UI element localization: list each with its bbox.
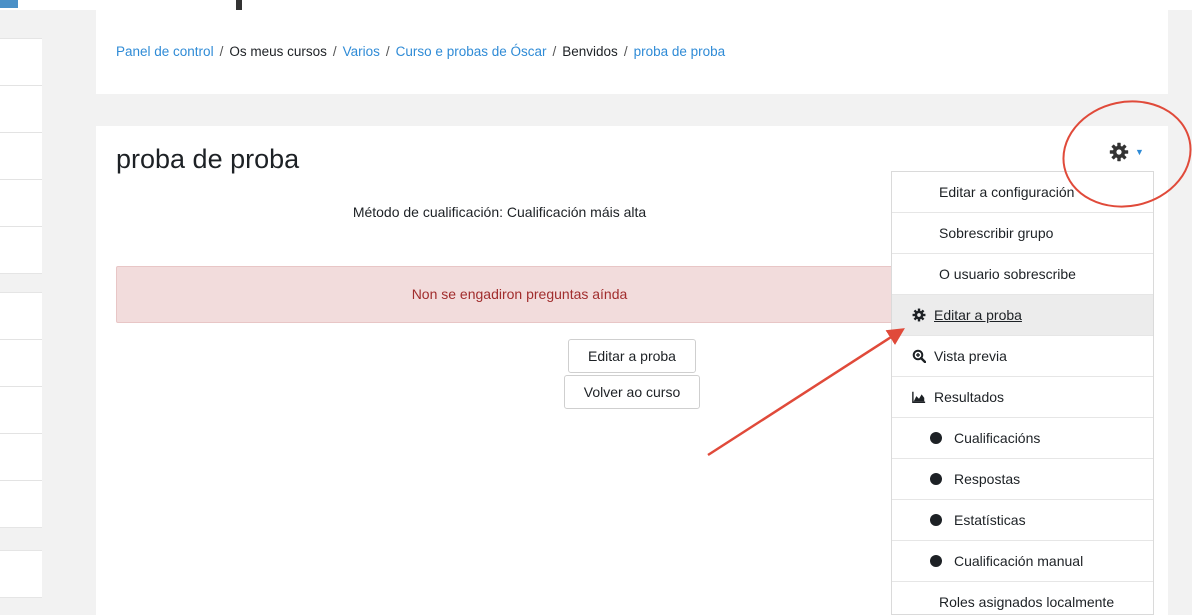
- grading-method: Método de cualificación: Cualificación m…: [352, 204, 647, 220]
- no-questions-alert: Non se engadiron preguntas aínda: [116, 266, 923, 323]
- drawer-item[interactable]: [0, 86, 42, 133]
- gear-icon: [912, 308, 926, 322]
- gear-icon: [1109, 142, 1129, 162]
- breadcrumb-item-category[interactable]: Varios: [343, 44, 380, 59]
- menu-item-label: Sobrescribir grupo: [939, 225, 1054, 241]
- drawer-block: [0, 550, 42, 598]
- menu-item-label: Vista previa: [934, 348, 1007, 364]
- page-title: proba de proba: [116, 144, 300, 174]
- menu-item-label: Estatísticas: [954, 512, 1026, 528]
- menu-item-label: Resultados: [934, 389, 1005, 405]
- breadcrumb-separator: /: [332, 44, 337, 59]
- drawer-block: [0, 38, 42, 274]
- page-header: Panel de control / Os meus cursos / Varios / C…: [96, 10, 1168, 94]
- actions-menu-toggle[interactable]: ▼: [1109, 138, 1149, 166]
- menu-item-results[interactable]: Resultados: [892, 377, 1153, 418]
- edit-quiz-button[interactable]: Editar a proba: [568, 339, 696, 373]
- menu-item-label: O usuario sobrescribe: [939, 266, 1076, 282]
- drawer-item[interactable]: [0, 293, 42, 340]
- breadcrumb-item-course[interactable]: Curso e probas de Óscar: [396, 44, 547, 59]
- drawer-item[interactable]: [0, 387, 42, 434]
- dot-icon: [930, 473, 942, 485]
- menu-item-label: Respostas: [954, 471, 1021, 487]
- menu-item-label: Editar a configuración: [939, 184, 1075, 200]
- breadcrumb-item-my-courses: Os meus cursos: [229, 44, 327, 59]
- breadcrumb-separator: /: [385, 44, 390, 59]
- actions-dropdown-menu: Editar a configuración Sobrescribir grup…: [891, 171, 1154, 615]
- dot-icon: [930, 432, 942, 444]
- breadcrumb-item-dashboard[interactable]: Panel de control: [116, 44, 214, 59]
- dot-icon: [930, 514, 942, 526]
- drawer-item[interactable]: [0, 227, 42, 273]
- drawer-item[interactable]: [0, 551, 42, 597]
- drawer-item[interactable]: [0, 481, 42, 527]
- caret-down-icon: ▼: [1135, 147, 1144, 157]
- drawer-item[interactable]: [0, 180, 42, 227]
- menu-item-edit-quiz[interactable]: Editar a proba: [892, 295, 1153, 336]
- menu-item-label: Cualificación manual: [954, 553, 1084, 569]
- drawer-item[interactable]: [0, 434, 42, 481]
- chart-icon: [912, 390, 926, 404]
- breadcrumb-separator: /: [623, 44, 628, 59]
- top-strip: [0, 0, 1192, 10]
- menu-item-preview[interactable]: Vista previa: [892, 336, 1153, 377]
- dot-icon: [930, 555, 942, 567]
- menu-item-label: Editar a proba: [934, 307, 1022, 323]
- menu-item-edit-settings[interactable]: Editar a configuración: [892, 172, 1153, 213]
- breadcrumb-separator: /: [552, 44, 557, 59]
- left-drawer: [0, 38, 42, 598]
- menu-item-grades[interactable]: Cualificacións: [892, 418, 1153, 459]
- menu-item-manual-grading[interactable]: Cualificación manual: [892, 541, 1153, 582]
- menu-item-label: Roles asignados localmente: [939, 594, 1115, 610]
- zoom-icon: [912, 349, 926, 363]
- menu-item-local-roles[interactable]: Roles asignados localmente: [892, 582, 1153, 614]
- breadcrumb-item-quiz[interactable]: proba de proba: [634, 44, 726, 59]
- app-logo-icon[interactable]: [0, 0, 18, 8]
- breadcrumb-separator: /: [219, 44, 224, 59]
- drawer-item[interactable]: [0, 340, 42, 387]
- drawer-item[interactable]: [0, 39, 42, 86]
- menu-item-label: Cualificacións: [954, 430, 1041, 446]
- menu-item-statistics[interactable]: Estatísticas: [892, 500, 1153, 541]
- menu-item-responses[interactable]: Respostas: [892, 459, 1153, 500]
- drawer-item[interactable]: [0, 133, 42, 180]
- breadcrumb-item-section: Benvidos: [562, 44, 618, 59]
- drawer-block: [0, 292, 42, 528]
- back-to-course-button[interactable]: Volver ao curso: [564, 375, 700, 409]
- menu-item-user-overrides[interactable]: O usuario sobrescribe: [892, 254, 1153, 295]
- breadcrumb: Panel de control / Os meus cursos / Varios / C…: [116, 44, 725, 59]
- menu-item-group-overrides[interactable]: Sobrescribir grupo: [892, 213, 1153, 254]
